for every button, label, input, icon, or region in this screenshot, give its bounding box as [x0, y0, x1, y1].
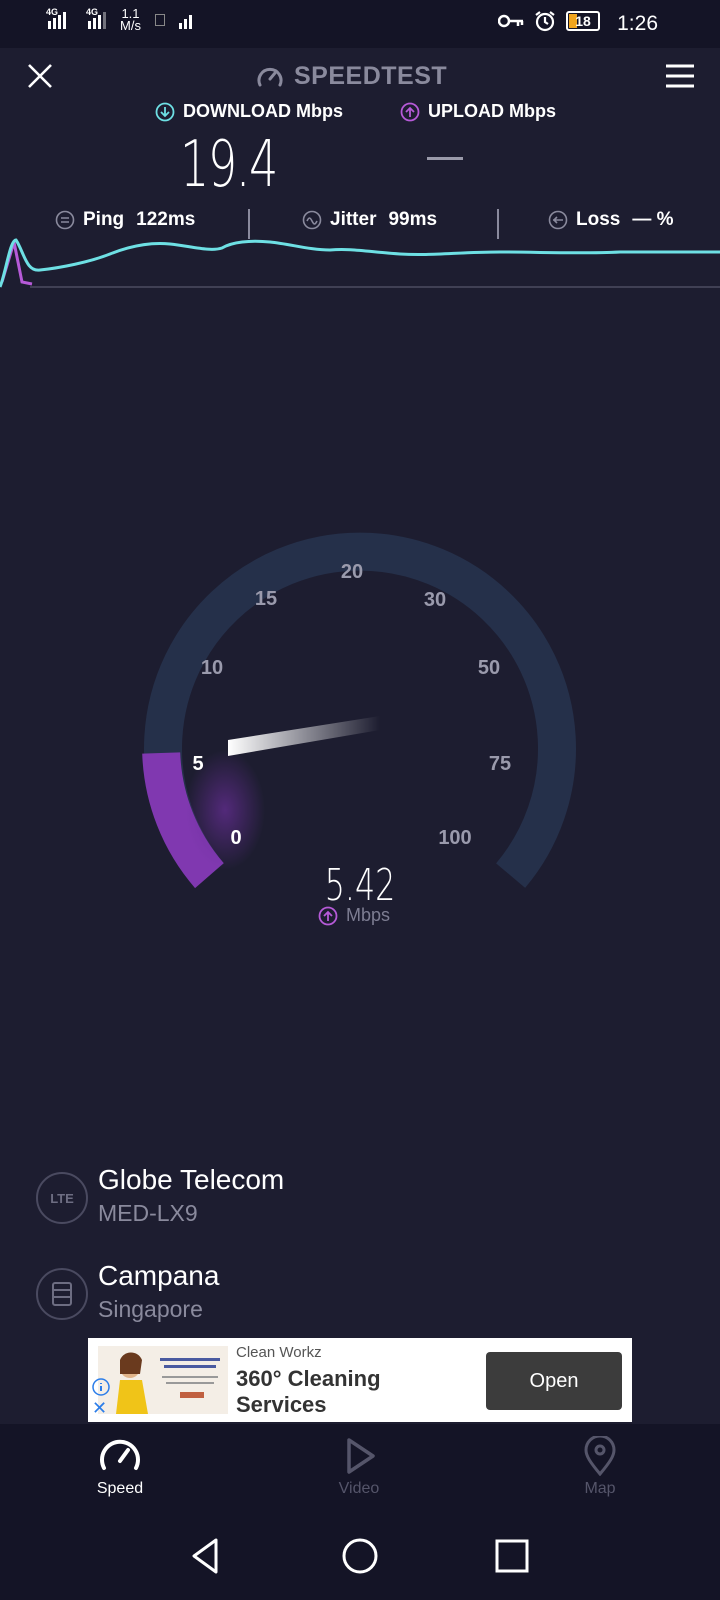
status-time: 1:26 — [617, 12, 658, 35]
battery-icon: 18 — [566, 11, 600, 31]
loss-icon — [548, 210, 568, 230]
download-value: 19.4 — [180, 128, 278, 202]
ad-advertiser: Clean Workz — [236, 1344, 322, 1361]
ad-close-icon[interactable]: ✕ — [92, 1398, 107, 1419]
ping-stat: Ping 122ms — [55, 209, 195, 231]
bottom-tab-bar: Speed Video Map — [0, 1424, 720, 1514]
loss-stat: Loss — % — [548, 209, 674, 231]
home-icon[interactable] — [340, 1536, 380, 1576]
upload-arrow-icon — [400, 102, 420, 121]
app-title: SPEEDTEST — [256, 62, 447, 91]
map-pin-icon — [584, 1436, 616, 1476]
wifi-signal-icon — [178, 11, 192, 29]
provider-row[interactable]: LTE Globe Telecom MED-LX9 — [36, 1162, 676, 1242]
download-arrow-icon — [155, 102, 175, 121]
gauge-tick-30: 30 — [424, 589, 446, 611]
ad-image — [98, 1346, 228, 1414]
close-icon[interactable] — [24, 60, 56, 92]
recents-icon[interactable] — [492, 1536, 532, 1576]
gauge-tick-100: 100 — [438, 827, 471, 849]
gauge-tick-10: 10 — [201, 657, 223, 679]
tab-speed[interactable]: Speed — [60, 1436, 180, 1498]
gauge-tick-20: 20 — [341, 561, 363, 583]
upload-label: UPLOAD Mbps — [400, 101, 556, 122]
play-icon — [347, 1438, 375, 1474]
speed-graph — [0, 238, 720, 288]
jitter-icon — [302, 210, 322, 230]
upload-value-placeholder — [427, 157, 463, 160]
gauge-tick-15: 15 — [255, 588, 277, 610]
server-row[interactable]: Campana Singapore — [36, 1258, 676, 1338]
gauge-tick-0: 0 — [230, 827, 241, 849]
gauge-value: 5.42 — [324, 860, 396, 911]
key-icon — [498, 14, 524, 28]
jitter-stat: Jitter 99ms — [302, 209, 437, 231]
gauge-needle — [228, 716, 380, 756]
signal-icon-2: 4G — [86, 7, 106, 29]
speedometer-icon — [100, 1439, 140, 1470]
server-icon — [36, 1268, 88, 1320]
download-graph-line — [0, 238, 720, 288]
device-name: MED-LX9 — [98, 1200, 198, 1226]
gauge-tick-50: 50 — [478, 657, 500, 679]
provider-name: Globe Telecom — [98, 1164, 285, 1195]
app-header: SPEEDTEST — [0, 48, 720, 103]
signal-icon: 4G — [46, 7, 66, 29]
gauge-unit: Mbps — [318, 905, 390, 926]
ad-info-icon[interactable] — [92, 1378, 110, 1396]
tab-map[interactable]: Map — [540, 1436, 660, 1498]
speedometer-logo-icon — [257, 67, 283, 86]
gauge-tick-5: 5 — [192, 753, 203, 775]
tab-video[interactable]: Video — [299, 1436, 419, 1498]
ad-banner[interactable]: ✕ Clean Workz 360° Cleaning Services Ope… — [88, 1338, 632, 1422]
download-label: DOWNLOAD Mbps — [155, 101, 343, 122]
nfc-icon — [154, 14, 165, 26]
upload-arrow-icon — [318, 906, 338, 925]
ad-open-button[interactable]: Open — [486, 1352, 622, 1410]
server-location: Singapore — [98, 1296, 203, 1322]
gauge-tick-75: 75 — [489, 753, 511, 775]
alarm-icon — [535, 11, 555, 32]
menu-icon[interactable] — [664, 63, 696, 89]
ping-icon — [55, 210, 75, 230]
ad-headline: 360° Cleaning Services — [236, 1366, 381, 1417]
system-nav-bar — [0, 1514, 720, 1600]
back-icon[interactable] — [186, 1536, 226, 1576]
lte-icon: LTE — [36, 1172, 88, 1224]
network-speed: 1.1 M/s — [120, 6, 141, 33]
status-bar: 4G 4G 1.1 M/s 18 1:26 — [0, 0, 720, 48]
server-name: Campana — [98, 1260, 220, 1291]
